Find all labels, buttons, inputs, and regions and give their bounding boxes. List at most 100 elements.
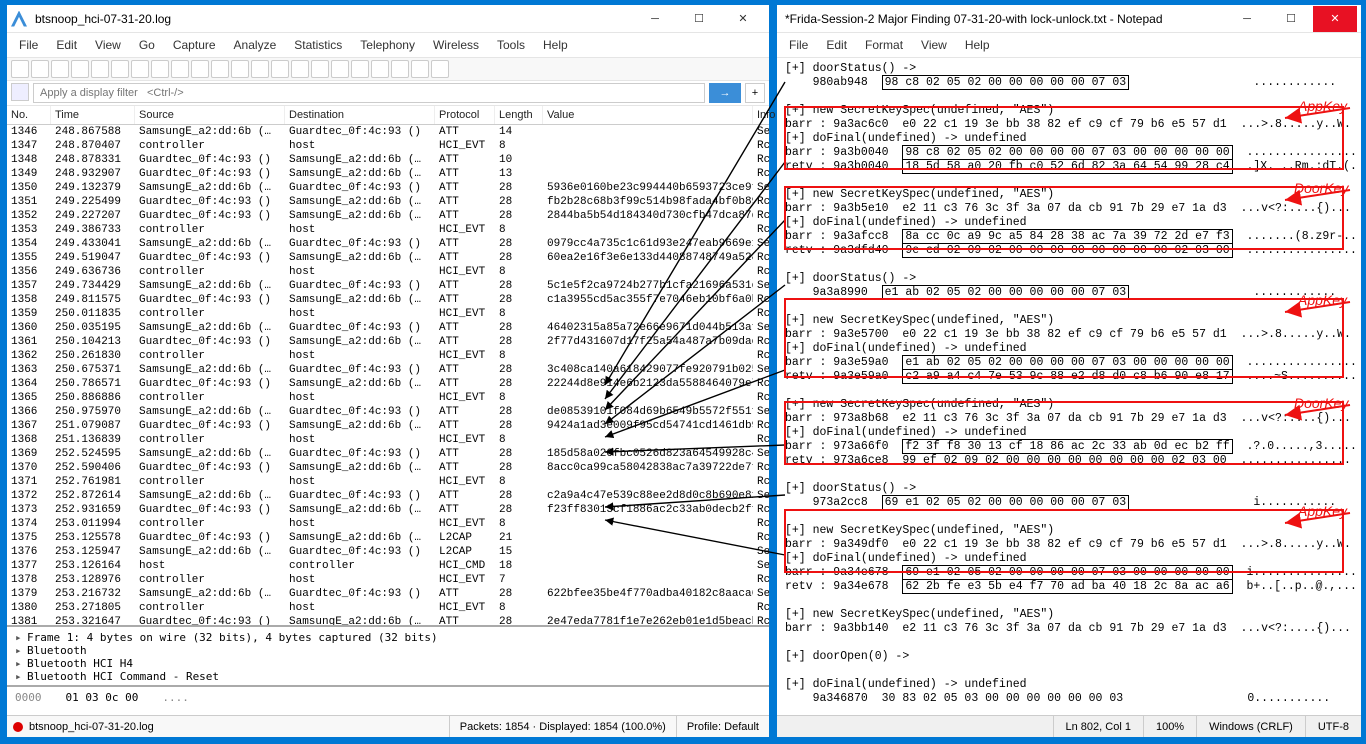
minimize-button[interactable]: ─ <box>633 6 677 32</box>
menu-statistics[interactable]: Statistics <box>286 35 350 55</box>
packet-row[interactable]: 1375253.125578Guardtec_0f:4c:93 ()Samsun… <box>7 531 769 545</box>
toolbar-icon[interactable] <box>71 60 89 78</box>
menu-edit[interactable]: Edit <box>48 35 85 55</box>
packet-row[interactable]: 1372252.872614SamsungE_a2:dd:6b (…Guardt… <box>7 489 769 503</box>
toolbar-icon[interactable] <box>411 60 429 78</box>
packet-row[interactable]: 1365250.886886controllerhostHCI_EVT8Rcvd… <box>7 391 769 405</box>
menu-help[interactable]: Help <box>957 35 998 55</box>
toolbar-icon[interactable] <box>351 60 369 78</box>
tree-item[interactable]: Frame 1: 4 bytes on wire (32 bits), 4 by… <box>15 631 761 644</box>
packet-row[interactable]: 1358249.811575Guardtec_0f:4c:93 ()Samsun… <box>7 293 769 307</box>
maximize-button[interactable]: ☐ <box>677 6 721 32</box>
status-profile[interactable]: Profile: Default <box>676 716 769 737</box>
menu-help[interactable]: Help <box>535 35 576 55</box>
menu-tools[interactable]: Tools <box>489 35 533 55</box>
packet-row[interactable]: 1373252.931659Guardtec_0f:4c:93 ()Samsun… <box>7 503 769 517</box>
tree-item[interactable]: Bluetooth HCI H4 <box>15 657 761 670</box>
menu-file[interactable]: File <box>781 35 816 55</box>
column-header[interactable]: Destination <box>285 106 435 124</box>
packet-row[interactable]: 1352249.227207Guardtec_0f:4c:93 ()Samsun… <box>7 209 769 223</box>
packet-row[interactable]: 1354249.433041SamsungE_a2:dd:6b (…Guardt… <box>7 237 769 251</box>
column-header[interactable]: Time <box>51 106 135 124</box>
toolbar-icon[interactable] <box>331 60 349 78</box>
minimize-button[interactable]: ─ <box>1225 6 1269 32</box>
packet-row[interactable]: 1371252.761981controllerhostHCI_EVT8Rcvd… <box>7 475 769 489</box>
column-header[interactable]: Protocol <box>435 106 495 124</box>
column-header[interactable]: No. <box>7 106 51 124</box>
packet-bytes-pane[interactable]: 0000 01 03 0c 00 .... <box>7 685 769 715</box>
menu-view[interactable]: View <box>913 35 955 55</box>
toolbar-icon[interactable] <box>271 60 289 78</box>
toolbar-icon[interactable] <box>11 60 29 78</box>
packet-row[interactable]: 1357249.734429SamsungE_a2:dd:6b (…Guardt… <box>7 279 769 293</box>
menu-edit[interactable]: Edit <box>818 35 855 55</box>
packet-details-pane[interactable]: Frame 1: 4 bytes on wire (32 bits), 4 by… <box>7 625 769 685</box>
packet-row[interactable]: 1350249.132379SamsungE_a2:dd:6b (…Guardt… <box>7 181 769 195</box>
toolbar-icon[interactable] <box>171 60 189 78</box>
packet-row[interactable]: 1369252.524595SamsungE_a2:dd:6b (…Guardt… <box>7 447 769 461</box>
toolbar-icon[interactable] <box>291 60 309 78</box>
tree-item[interactable]: Bluetooth HCI Command - Reset <box>15 670 761 683</box>
packet-row[interactable]: 1359250.011835controllerhostHCI_EVT8Rcvd… <box>7 307 769 321</box>
packet-row[interactable]: 1374253.011994controllerhostHCI_EVT8Rcvd… <box>7 517 769 531</box>
packet-row[interactable]: 1370252.590406Guardtec_0f:4c:93 ()Samsun… <box>7 461 769 475</box>
close-button[interactable]: ✕ <box>1313 6 1357 32</box>
packet-row[interactable]: 1377253.126164hostcontrollerHCI_CMD18Sen… <box>7 559 769 573</box>
menu-view[interactable]: View <box>87 35 129 55</box>
packet-row[interactable]: 1362250.261830controllerhostHCI_EVT8Rcvd… <box>7 349 769 363</box>
packet-row[interactable]: 1356249.636736controllerhostHCI_EVT8Rcvd… <box>7 265 769 279</box>
packet-row[interactable]: 1378253.128976controllerhostHCI_EVT7Rcvd… <box>7 573 769 587</box>
column-header[interactable]: Source <box>135 106 285 124</box>
toolbar-icon[interactable] <box>131 60 149 78</box>
packet-row[interactable]: 1364250.786571Guardtec_0f:4c:93 ()Samsun… <box>7 377 769 391</box>
packet-row[interactable]: 1348248.878331Guardtec_0f:4c:93 ()Samsun… <box>7 153 769 167</box>
toolbar-icon[interactable] <box>231 60 249 78</box>
tree-item[interactable]: Bluetooth <box>15 644 761 657</box>
packet-row[interactable]: 1376253.125947SamsungE_a2:dd:6b (…Guardt… <box>7 545 769 559</box>
toolbar-icon[interactable] <box>31 60 49 78</box>
packet-row[interactable]: 1381253.321647Guardtec_0f:4c:93 ()Samsun… <box>7 615 769 625</box>
display-filter-input[interactable] <box>33 83 705 103</box>
column-header[interactable]: Value <box>543 106 753 124</box>
menu-go[interactable]: Go <box>131 35 163 55</box>
toolbar-icon[interactable] <box>111 60 129 78</box>
maximize-button[interactable]: ☐ <box>1269 6 1313 32</box>
menu-wireless[interactable]: Wireless <box>425 35 487 55</box>
column-header[interactable]: Length <box>495 106 543 124</box>
packet-row[interactable]: 1380253.271805controllerhostHCI_EVT8Rcvd… <box>7 601 769 615</box>
menu-file[interactable]: File <box>11 35 46 55</box>
packet-row[interactable]: 1349248.932907Guardtec_0f:4c:93 ()Samsun… <box>7 167 769 181</box>
toolbar-icon[interactable] <box>191 60 209 78</box>
toolbar-icon[interactable] <box>371 60 389 78</box>
apply-filter-button[interactable]: → <box>709 83 741 103</box>
packet-list[interactable]: 1346248.867588SamsungE_a2:dd:6b (…Guardt… <box>7 125 769 625</box>
toolbar-icon[interactable] <box>151 60 169 78</box>
packet-row[interactable]: 1351249.225499Guardtec_0f:4c:93 ()Samsun… <box>7 195 769 209</box>
packet-row[interactable]: 1361250.104213Guardtec_0f:4c:93 ()Samsun… <box>7 335 769 349</box>
toolbar-icon[interactable] <box>391 60 409 78</box>
toolbar-icon[interactable] <box>431 60 449 78</box>
menu-analyze[interactable]: Analyze <box>226 35 285 55</box>
packet-row[interactable]: 1363250.675371SamsungE_a2:dd:6b (…Guardt… <box>7 363 769 377</box>
packet-row[interactable]: 1368251.136839controllerhostHCI_EVT8Rcvd… <box>7 433 769 447</box>
packet-row[interactable]: 1346248.867588SamsungE_a2:dd:6b (…Guardt… <box>7 125 769 139</box>
toolbar-icon[interactable] <box>311 60 329 78</box>
packet-row[interactable]: 1355249.519047Guardtec_0f:4c:93 ()Samsun… <box>7 251 769 265</box>
packet-row[interactable]: 1366250.975970SamsungE_a2:dd:6b (…Guardt… <box>7 405 769 419</box>
packet-row[interactable]: 1379253.216732SamsungE_a2:dd:6b (…Guardt… <box>7 587 769 601</box>
menu-format[interactable]: Format <box>857 35 911 55</box>
menu-telephony[interactable]: Telephony <box>352 35 423 55</box>
toolbar-icon[interactable] <box>211 60 229 78</box>
packet-row[interactable]: 1367251.079087Guardtec_0f:4c:93 ()Samsun… <box>7 419 769 433</box>
menu-capture[interactable]: Capture <box>165 35 224 55</box>
toolbar-icon[interactable] <box>91 60 109 78</box>
close-button[interactable]: ✕ <box>721 6 765 32</box>
toolbar-icon[interactable] <box>51 60 69 78</box>
notepad-text-area[interactable]: [+] doorStatus() -> 980ab948 98 c8 02 05… <box>777 58 1361 715</box>
packet-row[interactable]: 1347248.870407controllerhostHCI_EVT8Rcvd… <box>7 139 769 153</box>
packet-row[interactable]: 1360250.035195SamsungE_a2:dd:6b (…Guardt… <box>7 321 769 335</box>
add-filter-button[interactable]: + <box>745 83 765 103</box>
bookmark-filter-icon[interactable] <box>11 83 29 101</box>
packet-row[interactable]: 1353249.386733controllerhostHCI_EVT8Rcvd… <box>7 223 769 237</box>
toolbar-icon[interactable] <box>251 60 269 78</box>
